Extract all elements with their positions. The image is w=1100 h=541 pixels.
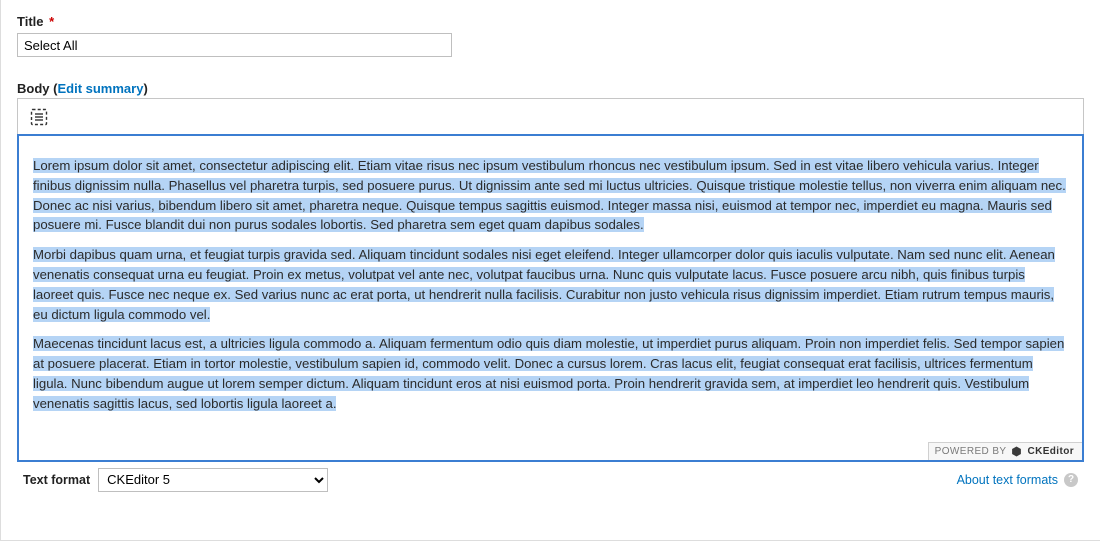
title-input[interactable] [17,33,452,57]
text-format-label: Text format [23,473,90,487]
body-label: Body (Edit summary) [17,75,1084,98]
body-label-text: Body [17,81,50,96]
ckeditor-toolbar [18,99,1083,135]
title-field: Title * [17,8,1084,57]
ckeditor-logo-icon [1011,446,1022,457]
ckeditor-badge[interactable]: POWERED BY CKEditor [928,442,1082,460]
title-label-text: Title [17,14,44,29]
powered-by-text: POWERED BY [935,446,1007,457]
title-label: Title * [17,8,1084,33]
help-icon: ? [1064,473,1078,487]
select-all-icon [30,108,48,126]
about-text-formats-text: About text formats [957,473,1058,487]
edit-summary-link[interactable]: Edit summary [57,81,143,96]
paragraph: Lorem ipsum dolor sit amet, consectetur … [33,158,1066,232]
ckeditor-content[interactable]: Lorem ipsum dolor sit amet, consectetur … [19,136,1082,460]
ckeditor-content-area[interactable]: Lorem ipsum dolor sit amet, consectetur … [17,134,1084,462]
ckeditor-brand-text: CKEditor [1027,446,1074,457]
required-indicator: * [49,14,54,29]
body-field: Body (Edit summary) Lorem ipsum dolor si… [17,75,1084,492]
about-text-formats-link[interactable]: About text formats ? [957,473,1078,487]
paragraph: Maecenas tincidunt lacus est, a ultricie… [33,336,1064,410]
ckeditor: Lorem ipsum dolor sit amet, consectetur … [17,98,1084,462]
text-format-select[interactable]: CKEditor 5 [98,468,328,492]
select-all-button[interactable] [24,103,54,131]
text-format-row: Text format CKEditor 5 About text format… [17,462,1084,492]
paragraph: Morbi dapibus quam urna, et feugiat turp… [33,247,1055,321]
